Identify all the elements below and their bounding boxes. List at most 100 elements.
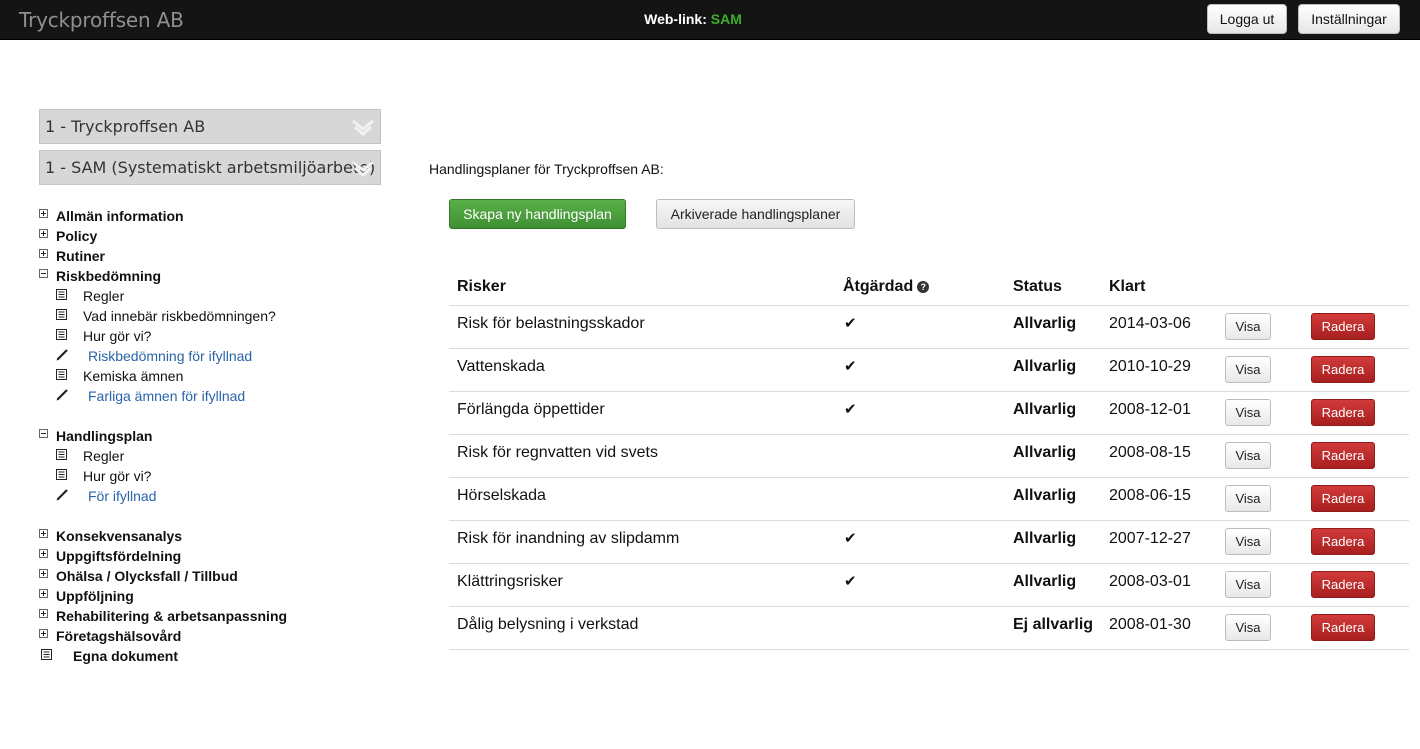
pencil-icon — [56, 489, 68, 501]
tree-item-label: Allmän information — [56, 208, 184, 224]
table-row: Vattenskada ✔ Allvarlig 2010-10-29 Visa Rader… — [449, 349, 1409, 392]
module-select[interactable]: 1 - SAM (Systematiskt arbetsmiljöarbete) — [39, 150, 381, 185]
tree-item-label: Uppföljning — [56, 588, 134, 604]
archived-plans-button[interactable]: Arkiverade handlingsplaner — [656, 199, 855, 229]
table-row: Förlängda öppettider ✔ Allvarlig 2008-12-01… — [449, 392, 1409, 435]
expand-icon[interactable] — [39, 229, 48, 238]
date-cell: 2014-03-06 — [1109, 315, 1191, 332]
date-cell: 2008-12-01 — [1109, 401, 1191, 418]
view-button[interactable]: Visa — [1225, 528, 1271, 555]
document-icon — [56, 309, 67, 320]
delete-button[interactable]: Radera — [1311, 356, 1375, 383]
tree-subitem-label: Kemiska ämnen — [83, 368, 184, 384]
status-cell: Allvarlig — [1013, 487, 1077, 504]
risk-cell: Dålig belysning i verkstad — [457, 616, 639, 633]
date-cell: 2008-06-15 — [1109, 487, 1191, 504]
tree-subitem-link[interactable]: För ifyllnad — [88, 488, 156, 504]
checkmark-icon: ✔ — [844, 401, 857, 418]
expand-icon[interactable] — [39, 609, 48, 618]
checkmark-icon: ✔ — [844, 358, 857, 375]
risk-cell: Hörselskada — [457, 487, 546, 504]
date-cell: 2008-01-30 — [1109, 616, 1191, 633]
checkmark-icon: ✔ — [844, 315, 857, 332]
web-link: Web-link: SAM — [0, 11, 1386, 27]
create-action-plan-button[interactable]: Skapa ny handlingsplan — [449, 199, 626, 229]
tree-subitem-link[interactable]: Farliga ämnen för ifyllnad — [88, 388, 245, 404]
table-row: Risk för inandning av slipdamm ✔ Allvarlig… — [449, 521, 1409, 564]
table-row: Klättringsrisker ✔ Allvarlig 2008-03-01 Visa… — [449, 564, 1409, 607]
risk-cell: Risk för regnvatten vid svets — [457, 444, 658, 461]
expand-icon[interactable] — [39, 569, 48, 578]
status-cell: Allvarlig — [1013, 401, 1077, 418]
logout-button[interactable]: Logga ut — [1207, 4, 1287, 34]
column-header-atgardad: Åtgärdad? — [843, 278, 930, 296]
tree-item-label: Handlingsplan — [56, 428, 153, 444]
view-button[interactable]: Visa — [1225, 313, 1271, 340]
view-button[interactable]: Visa — [1225, 399, 1271, 426]
delete-button[interactable]: Radera — [1311, 528, 1375, 555]
delete-button[interactable]: Radera — [1311, 571, 1375, 598]
document-icon — [56, 449, 67, 460]
web-link-value[interactable]: SAM — [711, 11, 742, 27]
chevron-down-icon — [352, 119, 374, 136]
delete-button[interactable]: Radera — [1311, 399, 1375, 426]
pencil-icon — [56, 389, 68, 401]
tree-subitem-label: Hur gör vi? — [83, 468, 152, 484]
expand-icon[interactable] — [39, 629, 48, 638]
company-select[interactable]: 1 - Tryckproffsen AB — [39, 109, 381, 144]
tree-item-label: Ohälsa / Olycksfall / Tillbud — [56, 568, 238, 584]
settings-button[interactable]: Inställningar — [1298, 4, 1400, 34]
status-cell: Allvarlig — [1013, 444, 1077, 461]
chevron-down-icon — [352, 160, 374, 177]
status-cell: Allvarlig — [1013, 573, 1077, 590]
help-icon[interactable]: ? — [917, 281, 930, 293]
page-heading: Handlingsplaner för Tryckproffsen AB: — [429, 161, 664, 177]
risk-cell: Vattenskada — [457, 358, 545, 375]
status-cell: Allvarlig — [1013, 358, 1077, 375]
tree-item-label: Riskbedömning — [56, 268, 162, 284]
status-cell: Allvarlig — [1013, 315, 1077, 332]
tree-item-label: Policy — [56, 228, 98, 244]
status-cell: Allvarlig — [1013, 530, 1077, 547]
expand-icon[interactable] — [39, 209, 48, 218]
date-cell: 2008-03-01 — [1109, 573, 1191, 590]
tree-subitem-link[interactable]: Riskbedömning för ifyllnad — [88, 348, 252, 364]
date-cell: 2007-12-27 — [1109, 530, 1191, 547]
delete-button[interactable]: Radera — [1311, 313, 1375, 340]
expand-icon[interactable] — [39, 249, 48, 258]
tree-item-label: Egna dokument — [73, 648, 179, 664]
column-header-risker: Risker — [457, 278, 506, 295]
delete-button[interactable]: Radera — [1311, 614, 1375, 641]
table-row: Dålig belysning i verkstad Ej allvarlig 20… — [449, 607, 1409, 650]
table-row: Risk för regnvatten vid svets Allvarlig 20… — [449, 435, 1409, 478]
checkmark-icon: ✔ — [844, 530, 857, 547]
column-header-status: Status — [1013, 278, 1062, 295]
delete-button[interactable]: Radera — [1311, 442, 1375, 469]
status-cell: Ej allvarlig — [1013, 616, 1094, 633]
tree-item-label: Rehabilitering & arbetsanpassning — [56, 608, 288, 624]
tree-subitem-label: Vad innebär riskbedömningen? — [83, 308, 276, 324]
module-select-value: 1 - SAM (Systematiskt arbetsmiljöarbete) — [45, 158, 376, 177]
view-button[interactable]: Visa — [1225, 571, 1271, 598]
document-icon — [41, 649, 52, 660]
collapse-icon[interactable] — [39, 429, 48, 438]
expand-icon[interactable] — [39, 529, 48, 538]
view-button[interactable]: Visa — [1225, 356, 1271, 383]
risk-cell: Förlängda öppettider — [457, 401, 605, 418]
document-icon — [56, 469, 67, 480]
table-row: Hörselskada Allvarlig 2008-06-15 Visa Radera — [449, 478, 1409, 521]
tree-subitem-label: Regler — [83, 288, 125, 304]
risk-cell: Risk för inandning av slipdamm — [457, 530, 680, 547]
pencil-icon — [56, 349, 68, 361]
view-button[interactable]: Visa — [1225, 442, 1271, 469]
delete-button[interactable]: Radera — [1311, 485, 1375, 512]
risk-cell: Klättringsrisker — [457, 573, 563, 590]
view-button[interactable]: Visa — [1225, 614, 1271, 641]
view-button[interactable]: Visa — [1225, 485, 1271, 512]
expand-icon[interactable] — [39, 589, 48, 598]
risk-cell: Risk för belastningsskador — [457, 315, 645, 332]
expand-icon[interactable] — [39, 549, 48, 558]
checkmark-icon: ✔ — [844, 573, 857, 590]
collapse-icon[interactable] — [39, 269, 48, 278]
column-header-klart: Klart — [1109, 278, 1146, 295]
